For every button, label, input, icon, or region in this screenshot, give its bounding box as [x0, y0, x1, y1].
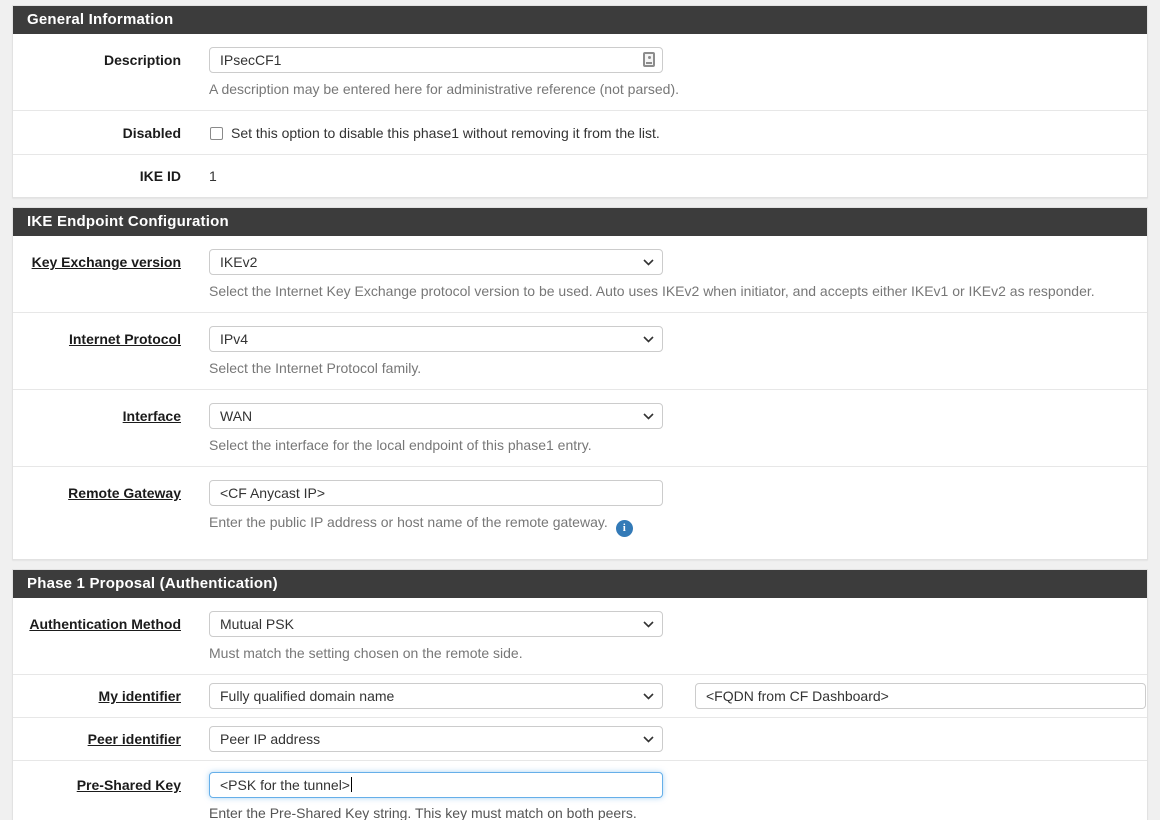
row-authentication-method: Authentication Method Mutual PSK Must ma…: [13, 598, 1147, 674]
row-description: Description A description may be entered…: [13, 34, 1147, 110]
disabled-checkbox[interactable]: [210, 127, 223, 140]
description-input[interactable]: [209, 47, 663, 73]
internet-protocol-help: Select the Internet Protocol family.: [209, 359, 1131, 378]
row-ike-id: IKE ID 1: [13, 154, 1147, 197]
key-exchange-version-select[interactable]: IKEv2: [209, 249, 663, 275]
remote-gateway-input[interactable]: [209, 480, 663, 506]
my-identifier-select[interactable]: Fully qualified domain name: [209, 683, 663, 709]
pre-shared-key-input[interactable]: <PSK for the tunnel>: [209, 772, 663, 798]
internet-protocol-label: Internet Protocol: [69, 331, 181, 347]
row-remote-gateway: Remote Gateway Enter the public IP addre…: [13, 466, 1147, 559]
panel-phase1-proposal-authentication: Phase 1 Proposal (Authentication) Authen…: [12, 569, 1148, 820]
internet-protocol-select[interactable]: IPv4: [209, 326, 663, 352]
authentication-method-label: Authentication Method: [29, 616, 181, 632]
ike-id-value: 1: [209, 163, 1131, 189]
disabled-checkbox-label: Set this option to disable this phase1 w…: [231, 124, 660, 142]
autofill-icon[interactable]: [643, 52, 655, 67]
info-circle-icon[interactable]: i: [616, 520, 633, 537]
description-label: Description: [13, 47, 209, 73]
key-exchange-version-label: Key Exchange version: [32, 254, 181, 270]
disabled-label: Disabled: [13, 124, 209, 142]
row-peer-identifier: Peer identifier Peer IP address: [13, 717, 1147, 760]
interface-select[interactable]: WAN: [209, 403, 663, 429]
remote-gateway-help: Enter the public IP address or host name…: [209, 513, 1131, 537]
pre-shared-key-label: Pre-Shared Key: [77, 777, 181, 793]
row-pre-shared-key: Pre-Shared Key <PSK for the tunnel> Ente…: [13, 760, 1147, 820]
interface-help: Select the interface for the local endpo…: [209, 436, 1131, 455]
text-caret: [351, 777, 352, 792]
interface-label: Interface: [123, 408, 181, 424]
panel-ike-endpoint-configuration: IKE Endpoint Configuration Key Exchange …: [12, 207, 1148, 560]
panel-general-information: General Information Description A descri…: [12, 5, 1148, 198]
row-my-identifier: My identifier Fully qualified domain nam…: [13, 674, 1147, 717]
row-internet-protocol: Internet Protocol IPv4 Select the Intern…: [13, 312, 1147, 389]
ike-id-label: IKE ID: [13, 163, 209, 189]
key-exchange-version-help: Select the Internet Key Exchange protoco…: [209, 282, 1131, 301]
row-disabled: Disabled Set this option to disable this…: [13, 110, 1147, 154]
psk-help-line1: Enter the Pre-Shared Key string. This ke…: [209, 804, 1131, 820]
section-title: General Information: [13, 6, 1147, 34]
description-help: A description may be entered here for ad…: [209, 80, 1131, 99]
section-title: IKE Endpoint Configuration: [13, 208, 1147, 236]
peer-identifier-label: Peer identifier: [88, 731, 181, 747]
authentication-method-select[interactable]: Mutual PSK: [209, 611, 663, 637]
authentication-method-help: Must match the setting chosen on the rem…: [209, 644, 1131, 663]
my-identifier-label: My identifier: [99, 688, 181, 704]
remote-gateway-label: Remote Gateway: [68, 485, 181, 501]
pre-shared-key-value: <PSK for the tunnel>: [220, 777, 350, 793]
peer-identifier-select[interactable]: Peer IP address: [209, 726, 663, 752]
section-title: Phase 1 Proposal (Authentication): [13, 570, 1147, 598]
row-interface: Interface WAN Select the interface for t…: [13, 389, 1147, 466]
my-identifier-value-input[interactable]: [695, 683, 1146, 709]
row-key-exchange-version: Key Exchange version IKEv2 Select the In…: [13, 236, 1147, 312]
